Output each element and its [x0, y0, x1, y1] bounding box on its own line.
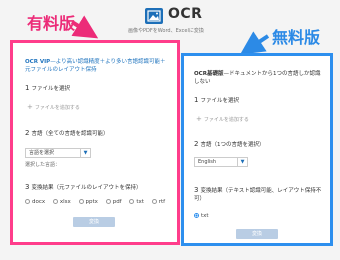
paid-selected-languages: 選択した言語： [25, 162, 61, 168]
paid-card-title: OCR VIP—より高い認識精度＋より多い言語認識可能＋元ファイルのレイアウト保… [25, 58, 170, 74]
format-label: xlsx [59, 199, 71, 205]
free-step3: 3 変換結果（テキスト認識可能、レイアウト保持不可） [194, 186, 328, 203]
format-label: txt [201, 213, 209, 219]
free-add-file-button[interactable]: + ファイルを追加する [196, 115, 249, 123]
free-card-title-name: OCR基礎版 [194, 71, 224, 77]
paid-step2-label: 言語（全ての言語を認識可能） [31, 131, 109, 137]
format-label: docx [32, 199, 46, 205]
format-option-txt[interactable]: txt [129, 199, 144, 205]
paid-step1-label: ファイルを選択 [31, 86, 70, 92]
chevron-down-icon: ▼ [237, 158, 247, 166]
free-card-title: OCR基礎版—ドキュメントから1つの言語しか認識しない [194, 70, 324, 86]
radio-icon [129, 199, 135, 204]
paid-convert-button[interactable]: 変換 [73, 217, 115, 227]
free-version-callout: 無料版 [272, 28, 321, 47]
format-option-xlsx[interactable]: xlsx [52, 199, 71, 205]
chevron-down-icon: ▼ [80, 149, 90, 157]
free-step1-number: 1 [194, 96, 199, 104]
paid-card-title-name: OCR VIP [25, 59, 51, 65]
paid-add-file-button[interactable]: + ファイルを追加する [27, 103, 80, 111]
paid-language-select[interactable]: 言語を選択 ▼ [25, 148, 91, 158]
format-label: txt [136, 199, 144, 205]
paid-step3-number: 3 [25, 183, 30, 191]
free-add-file-label: ファイルを追加する [203, 117, 249, 123]
free-language-select[interactable]: English ▼ [194, 157, 248, 167]
format-option-docx[interactable]: docx [25, 199, 45, 205]
free-step2: 2 言語（1つの言語を選択） [194, 140, 264, 148]
format-label: pptx [85, 199, 98, 205]
radio-icon [25, 199, 30, 204]
free-step3-label: 変換結果（テキスト認識可能、レイアウト保持不可） [194, 188, 322, 202]
paid-step1-number: 1 [25, 84, 30, 92]
format-label: pdf [112, 199, 122, 205]
paid-ocr-card: OCR VIP—より高い認識精度＋より多い言語認識可能＋元ファイルのレイアウト保… [10, 40, 180, 245]
paid-language-select-value: 言語を選択 [29, 150, 55, 156]
free-step1-label: ファイルを選択 [200, 98, 239, 104]
radio-selected-icon [194, 213, 199, 218]
free-step2-number: 2 [194, 140, 199, 148]
radio-icon [52, 199, 58, 204]
format-option-txt[interactable]: txt [194, 213, 209, 219]
plus-icon: + [27, 103, 33, 111]
format-label: rtf [158, 199, 166, 205]
paid-step2: 2 言語（全ての言語を認識可能） [25, 129, 108, 137]
free-language-select-value: English [198, 159, 217, 165]
paid-step3: 3 変換結果（元ファイルのレイアウトを保持） [25, 183, 141, 191]
free-format-options: txt [194, 213, 215, 219]
paid-add-file-label: ファイルを追加する [34, 105, 80, 111]
free-step1: 1 ファイルを選択 [194, 96, 239, 104]
paid-step3-label: 変換結果（元ファイルのレイアウトを保持） [31, 185, 142, 191]
radio-icon [151, 199, 157, 204]
paid-format-options: docx xlsx pptx pdf txt rtf [25, 199, 171, 205]
free-step3-number: 3 [194, 186, 199, 194]
free-ocr-card: OCR基礎版—ドキュメントから1つの言語しか認識しない 1 ファイルを選択 + ファ… [181, 53, 333, 246]
format-option-pptx[interactable]: pptx [78, 199, 98, 205]
paid-step1: 1 ファイルを選択 [25, 84, 70, 92]
free-step2-label: 言語（1つの言語を選択） [200, 142, 265, 148]
plus-icon: + [196, 115, 202, 123]
radio-icon [78, 199, 84, 204]
paid-step2-number: 2 [25, 129, 30, 137]
radio-icon [105, 199, 111, 204]
free-convert-button[interactable]: 変換 [236, 229, 278, 239]
format-option-rtf[interactable]: rtf [151, 199, 166, 205]
format-option-pdf[interactable]: pdf [105, 199, 122, 205]
